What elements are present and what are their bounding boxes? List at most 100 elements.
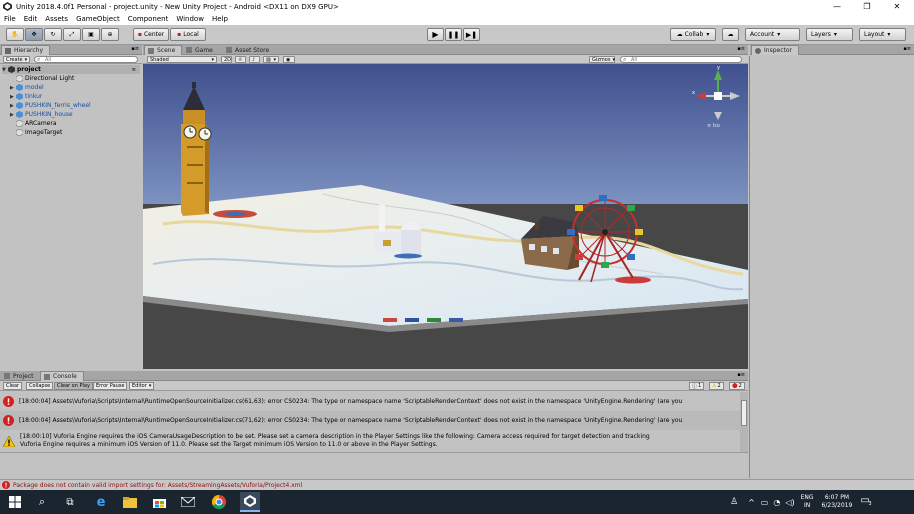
language-indicator[interactable]: ENG IN bbox=[801, 494, 814, 510]
chrome-icon[interactable] bbox=[211, 494, 227, 510]
chevron-up-icon[interactable]: ^ bbox=[748, 498, 755, 507]
console-entry[interactable]: [18:00:10] Vuforia Engine requires the i… bbox=[0, 430, 740, 452]
2d-toggle[interactable]: 2D bbox=[221, 56, 232, 63]
visibility-toggle[interactable]: ◉ bbox=[283, 56, 295, 63]
hand-tool-button[interactable]: ✋ bbox=[6, 28, 24, 41]
panel-menu-icon[interactable]: ▪≡ bbox=[131, 46, 139, 52]
hierarchy-item-model[interactable]: ▶ model bbox=[10, 83, 44, 92]
cloud-button[interactable]: ☁ bbox=[722, 28, 739, 41]
network-icon[interactable]: ◔ bbox=[773, 498, 780, 507]
layers-dropdown[interactable]: Layers bbox=[806, 28, 853, 41]
tab-console[interactable]: Console bbox=[40, 371, 84, 381]
lighting-toggle[interactable]: ☼ bbox=[235, 56, 246, 63]
collapse-button[interactable]: Collapse bbox=[26, 382, 54, 390]
notifications-button[interactable]: ▭ 3 bbox=[860, 495, 874, 509]
mail-icon[interactable] bbox=[180, 494, 196, 510]
scale-tool-button[interactable]: ⤢ bbox=[63, 28, 81, 41]
maximize-button[interactable]: ❐ bbox=[852, 0, 882, 13]
menu-help[interactable]: Help bbox=[208, 15, 232, 23]
minimize-button[interactable]: — bbox=[822, 0, 852, 13]
file-explorer-icon[interactable] bbox=[122, 494, 138, 510]
folder-icon bbox=[4, 373, 10, 379]
error-pause-toggle[interactable]: Error Pause bbox=[93, 382, 128, 390]
console-entry[interactable]: [18:00:04] Assets\Vuforia\Scripts\Intern… bbox=[0, 411, 740, 430]
info-filter-toggle[interactable]: ⓘ 1 bbox=[689, 382, 705, 390]
status-bar[interactable]: Package does not contain valid import se… bbox=[0, 479, 914, 490]
people-icon[interactable]: ♙ bbox=[730, 497, 738, 507]
scene-menu-icon[interactable]: ≡ bbox=[132, 67, 136, 73]
clear-button[interactable]: Clear bbox=[3, 382, 23, 390]
menu-edit[interactable]: Edit bbox=[20, 15, 42, 23]
clock[interactable]: 6:07 PM 6/23/2019 bbox=[822, 494, 853, 510]
hierarchy-item-tinkur[interactable]: ▶ tinkur bbox=[10, 92, 42, 101]
scene-root-row[interactable]: ▼ project ≡ bbox=[2, 65, 140, 74]
effects-icon: ▨ bbox=[266, 56, 271, 63]
pivot-center-button[interactable]: ▪ Center bbox=[133, 28, 169, 41]
menu-assets[interactable]: Assets bbox=[41, 15, 72, 23]
layout-dropdown[interactable]: Layout bbox=[859, 28, 906, 41]
create-dropdown[interactable]: Create bbox=[3, 56, 30, 63]
console-entry[interactable]: [18:00:04] Assets\Vuforia\Scripts\Intern… bbox=[0, 392, 740, 411]
gizmos-dropdown[interactable]: Gizmos bbox=[589, 56, 615, 63]
panel-menu-icon[interactable]: ▪≡ bbox=[737, 46, 745, 52]
local-space-button[interactable]: ▪ Local bbox=[170, 28, 206, 41]
cloud-icon: ☁ bbox=[727, 31, 734, 38]
console-scrollbar[interactable] bbox=[740, 392, 748, 452]
error-filter-toggle[interactable]: ⬤ 2 bbox=[729, 382, 745, 390]
panel-menu-icon[interactable]: ▪≡ bbox=[903, 46, 911, 52]
scrollbar-thumb[interactable] bbox=[741, 400, 747, 426]
task-view-icon[interactable]: ⧉ bbox=[62, 494, 78, 510]
rect-tool-button[interactable]: ▣ bbox=[82, 28, 100, 41]
menu-file[interactable]: File bbox=[0, 15, 20, 23]
battery-icon[interactable]: ▭ bbox=[761, 498, 769, 507]
eye-icon: ◉ bbox=[286, 56, 291, 63]
move-tool-button[interactable]: ✥ bbox=[25, 28, 43, 41]
collab-dropdown[interactable]: ☁ Collab bbox=[670, 28, 716, 41]
legend-blue bbox=[449, 318, 463, 322]
hierarchy-tree: ▼ project ≡ Directional Light ▶ model ▶ ti… bbox=[0, 64, 142, 369]
search-icon[interactable]: ⌕ bbox=[34, 494, 50, 510]
hierarchy-item-imagetarget[interactable]: ImageTarget bbox=[10, 128, 62, 137]
shading-mode-dropdown[interactable]: Shaded bbox=[147, 56, 217, 63]
hierarchy-search-input[interactable]: All bbox=[34, 56, 138, 64]
transform-tool-button[interactable]: ⊕ bbox=[101, 28, 119, 41]
hierarchy-item-arcamera[interactable]: ARCamera bbox=[10, 119, 57, 128]
tab-scene[interactable]: Scene bbox=[144, 45, 183, 55]
clear-on-play-toggle[interactable]: Clear on Play bbox=[54, 382, 93, 390]
play-button[interactable]: ▶ bbox=[427, 28, 444, 41]
panel-menu-icon[interactable]: ▪≡ bbox=[737, 372, 745, 378]
store-icon[interactable] bbox=[151, 494, 167, 510]
game-icon bbox=[186, 47, 192, 53]
hierarchy-item-directional-light[interactable]: Directional Light bbox=[10, 74, 74, 83]
volume-icon[interactable]: ◁) bbox=[785, 498, 794, 507]
tab-asset-store[interactable]: Asset Store bbox=[223, 45, 275, 55]
tab-hierarchy[interactable]: Hierarchy bbox=[1, 45, 51, 55]
warning-filter-toggle[interactable]: ⚠ 2 bbox=[709, 382, 724, 390]
audio-toggle[interactable]: ♪ bbox=[249, 56, 260, 63]
menu-window[interactable]: Window bbox=[172, 15, 208, 23]
pause-button[interactable]: ❚❚ bbox=[445, 28, 462, 41]
tab-inspector[interactable]: Inspector bbox=[751, 45, 799, 55]
start-button[interactable] bbox=[7, 494, 23, 510]
unity-taskbar-icon[interactable] bbox=[240, 492, 260, 512]
scene-viewport[interactable]: y x ≡ Iso bbox=[143, 64, 748, 369]
console-divider[interactable] bbox=[0, 452, 748, 453]
rotate-tool-button[interactable]: ↻ bbox=[44, 28, 62, 41]
warning-icon bbox=[3, 435, 15, 447]
tab-project[interactable]: Project bbox=[1, 371, 40, 381]
menu-gameobject[interactable]: GameObject bbox=[72, 15, 124, 23]
tab-game[interactable]: Game bbox=[183, 45, 219, 55]
gameobject-icon bbox=[16, 75, 23, 82]
account-dropdown[interactable]: Account bbox=[745, 28, 800, 41]
hierarchy-item-house[interactable]: ▶ PUSHKIN_house bbox=[10, 110, 73, 119]
hierarchy-item-ferris-wheel[interactable]: ▶ PUSHKIN_ferris_wheel bbox=[10, 101, 91, 110]
edge-browser-icon[interactable]: e bbox=[93, 494, 109, 510]
scene-search-input[interactable]: All bbox=[620, 56, 742, 64]
audio-icon: ♪ bbox=[252, 56, 256, 63]
menu-component[interactable]: Component bbox=[124, 15, 173, 23]
close-button[interactable]: ✕ bbox=[882, 0, 912, 13]
editor-dropdown[interactable]: Editor ▾ bbox=[129, 382, 155, 390]
projection-label[interactable]: ≡ Iso bbox=[707, 123, 720, 129]
step-button[interactable]: ▶❚ bbox=[463, 28, 480, 41]
effects-dropdown[interactable]: ▨ bbox=[263, 56, 279, 63]
